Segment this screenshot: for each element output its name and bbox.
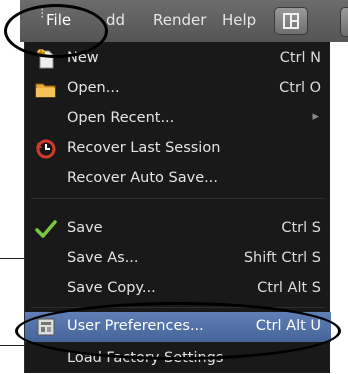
menu-item-label: New (67, 50, 99, 66)
menu-render[interactable]: Render (153, 11, 206, 29)
preferences-icon (35, 316, 57, 338)
menu-file[interactable]: File (46, 11, 71, 29)
menu-item-label: Save As... (67, 250, 139, 266)
menu-item-new[interactable]: New Ctrl N (25, 44, 331, 74)
menu-add[interactable]: dd (106, 11, 125, 29)
menu-item-open[interactable]: Open... Ctrl O (25, 74, 331, 104)
menu-item-user-preferences[interactable]: User Preferences... Ctrl Alt U (25, 312, 331, 342)
menu-item-shortcut: Shift Ctrl S (243, 250, 321, 266)
menu-item-label: Save Copy... (67, 280, 156, 296)
checkmark-icon (35, 218, 57, 240)
submenu-arrow-icon: ▸ (312, 109, 319, 124)
menu-item-load-factory-settings[interactable]: Load Factory Settings (25, 344, 331, 374)
menu-item-shortcut: Ctrl S (281, 220, 321, 236)
new-file-icon (35, 48, 57, 70)
menu-item-label: Load Factory Settings (67, 350, 224, 366)
menu-item-recover-last-session[interactable]: Recover Last Session (25, 134, 331, 164)
menu-item-save[interactable]: Save Ctrl S (25, 214, 331, 244)
screen-layout-button[interactable] (274, 7, 308, 35)
menu-item-label: User Preferences... (67, 318, 204, 334)
menu-bar: ⁝ File dd Render Help (20, 0, 348, 42)
menu-item-shortcut: Ctrl N (279, 50, 321, 66)
menu-item-label: Save (67, 220, 103, 236)
menu-help[interactable]: Help (222, 11, 256, 29)
layout-selector-button[interactable] (340, 7, 348, 37)
menu-item-shortcut: Ctrl Alt S (257, 280, 321, 296)
menu-separator (31, 198, 325, 199)
folder-icon (35, 78, 57, 100)
menu-item-label: Recover Auto Save... (67, 170, 218, 186)
layout-grid-icon (283, 13, 299, 29)
menu-item-save-copy[interactable]: Save Copy... Ctrl Alt S (25, 274, 331, 304)
recover-icon (35, 138, 57, 160)
menu-item-open-recent[interactable]: Open Recent... ▸ (25, 104, 331, 134)
menu-item-label: Open... (67, 80, 120, 96)
file-menu-dropdown: New Ctrl N Open... Ctrl O Open Recent...… (24, 42, 331, 374)
menu-item-label: Recover Last Session (67, 140, 221, 156)
menu-item-label: Open Recent... (67, 110, 175, 126)
menu-item-save-as[interactable]: Save As... Shift Ctrl S (25, 244, 331, 274)
menu-separator (31, 307, 325, 308)
menu-item-shortcut: Ctrl O (279, 80, 321, 96)
menu-item-shortcut: Ctrl Alt U (255, 318, 321, 334)
menu-item-recover-auto-save[interactable]: Recover Auto Save... (25, 164, 331, 194)
